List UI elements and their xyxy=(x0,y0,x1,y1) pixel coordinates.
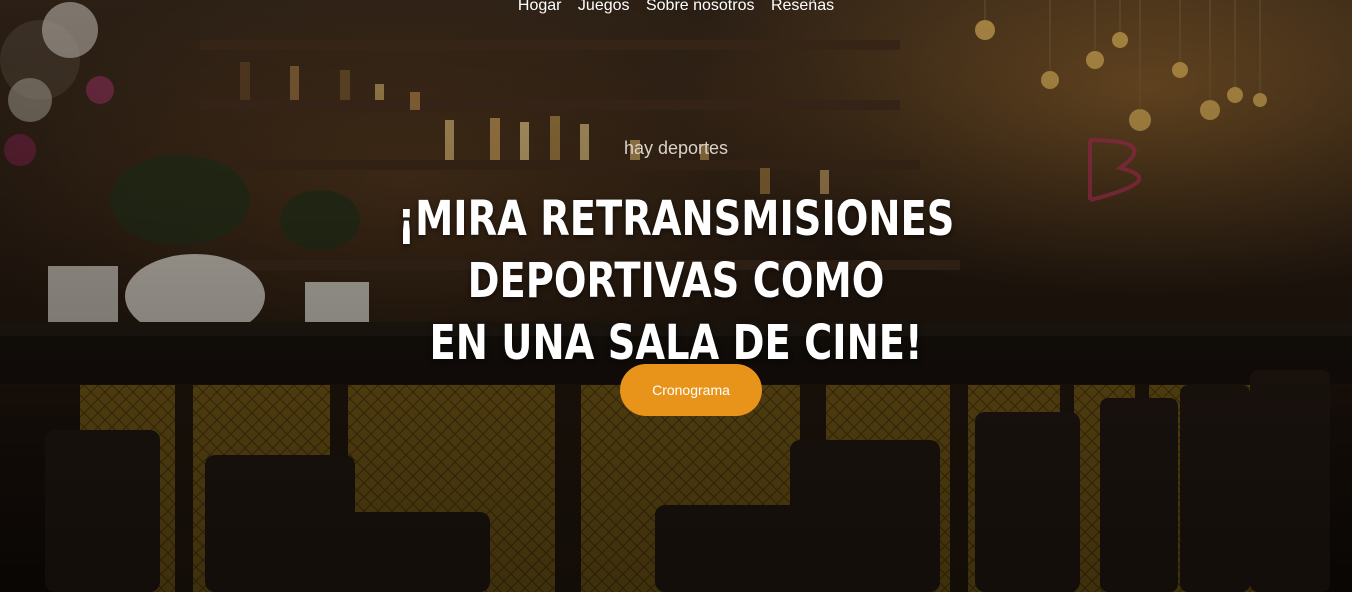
hero-headline: ¡MIRA RETRANSMISIONES DEPORTIVAS COMO EN… xyxy=(276,188,1076,374)
nav-item-resenas[interactable]: Reseñas xyxy=(771,0,834,14)
main-nav: Hogar Juegos Sobre nosotros Reseñas xyxy=(0,0,1352,16)
hero-headline-line-1: ¡MIRA RETRANSMISIONES DEPORTIVAS COMO xyxy=(397,191,955,309)
hero-headline-line-2: EN UNA SALA DE CINE! xyxy=(429,315,923,371)
nav-item-sobre-nosotros[interactable]: Sobre nosotros xyxy=(646,0,755,14)
nav-item-juegos[interactable]: Juegos xyxy=(578,0,630,14)
schedule-button[interactable]: Cronograma xyxy=(620,364,762,416)
hero-eyebrow: hay deportes xyxy=(623,138,729,158)
nav-item-hogar[interactable]: Hogar xyxy=(518,0,562,14)
hero-section: Hogar Juegos Sobre nosotros Reseñas hay … xyxy=(0,0,1352,592)
